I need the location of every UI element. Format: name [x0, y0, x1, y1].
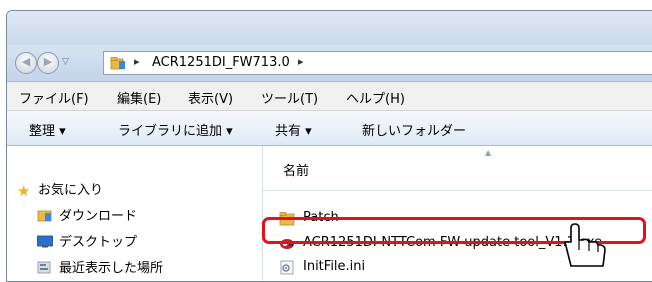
command-bar: 整理 ▾ ライブラリに追加 ▾ 共有 ▾ 新しいフォルダー [7, 111, 652, 146]
title-bar [7, 11, 652, 45]
desktop-icon [37, 235, 53, 248]
star-icon: ★ [17, 182, 31, 200]
forward-button[interactable]: ▶ [37, 52, 59, 74]
download-folder-icon [37, 210, 52, 222]
forward-arrow-icon: ▶ [43, 55, 53, 68]
menu-bar: ファイル(F) 編集(E) 表示(V) ツール(T) ヘルプ(H) [7, 82, 652, 111]
sidebar-item-label: ダウンロード [59, 209, 138, 224]
address-row: ◀ ▶ ▽ ▸ ACR1251DI_FW713.0 ▸ [7, 45, 652, 82]
file-name: InitFile.ini [303, 259, 366, 274]
recent-places-icon [37, 261, 51, 274]
ini-file-icon [280, 260, 294, 275]
address-folder-icon [110, 57, 125, 70]
address-separator-icon[interactable]: ▸ [298, 55, 304, 68]
sort-ascending-icon: ▲ [485, 148, 492, 157]
menu-edit[interactable]: 編集(E) [117, 88, 161, 107]
column-header-label: 名前 [283, 164, 310, 179]
sidebar-item-favorites[interactable]: ★ お気に入り [17, 179, 104, 200]
sidebar-item-label: デスクトップ [59, 235, 138, 250]
address-separator-icon[interactable]: ▸ [134, 55, 140, 68]
sidebar-item-desktop[interactable]: デスクトップ [37, 231, 137, 250]
sidebar-item-label: 最近表示した場所 [59, 261, 164, 276]
menu-tools[interactable]: ツール(T) [261, 88, 318, 107]
add-to-library-button[interactable]: ライブラリに追加 ▾ [118, 120, 233, 139]
navigation-pane: ★ お気に入り ダウンロード デスクトップ 最近表示した場所 [7, 146, 263, 281]
back-arrow-icon: ◀ [21, 55, 31, 68]
sidebar-item-label: お気に入り [38, 183, 104, 198]
address-bar[interactable]: ▸ ACR1251DI_FW713.0 ▸ [103, 51, 652, 75]
sidebar-item-downloads[interactable]: ダウンロード [37, 205, 137, 224]
address-path-segment[interactable]: ACR1251DI_FW713.0 [152, 55, 290, 70]
column-header-name[interactable]: 名前 ▲ [263, 146, 652, 191]
back-button[interactable]: ◀ [15, 52, 37, 74]
recent-pages-dropdown-icon[interactable]: ▽ [62, 57, 69, 67]
sidebar-item-recent-places[interactable]: 最近表示した場所 [37, 257, 163, 276]
organize-button[interactable]: 整理 ▾ [29, 120, 66, 139]
new-folder-button[interactable]: 新しいフォルダー [362, 120, 466, 139]
menu-file[interactable]: ファイル(F) [19, 88, 89, 107]
share-button[interactable]: 共有 ▾ [275, 120, 312, 139]
menu-view[interactable]: 表示(V) [188, 88, 233, 107]
menu-help[interactable]: ヘルプ(H) [346, 88, 405, 107]
pointer-cursor-icon [564, 223, 606, 267]
